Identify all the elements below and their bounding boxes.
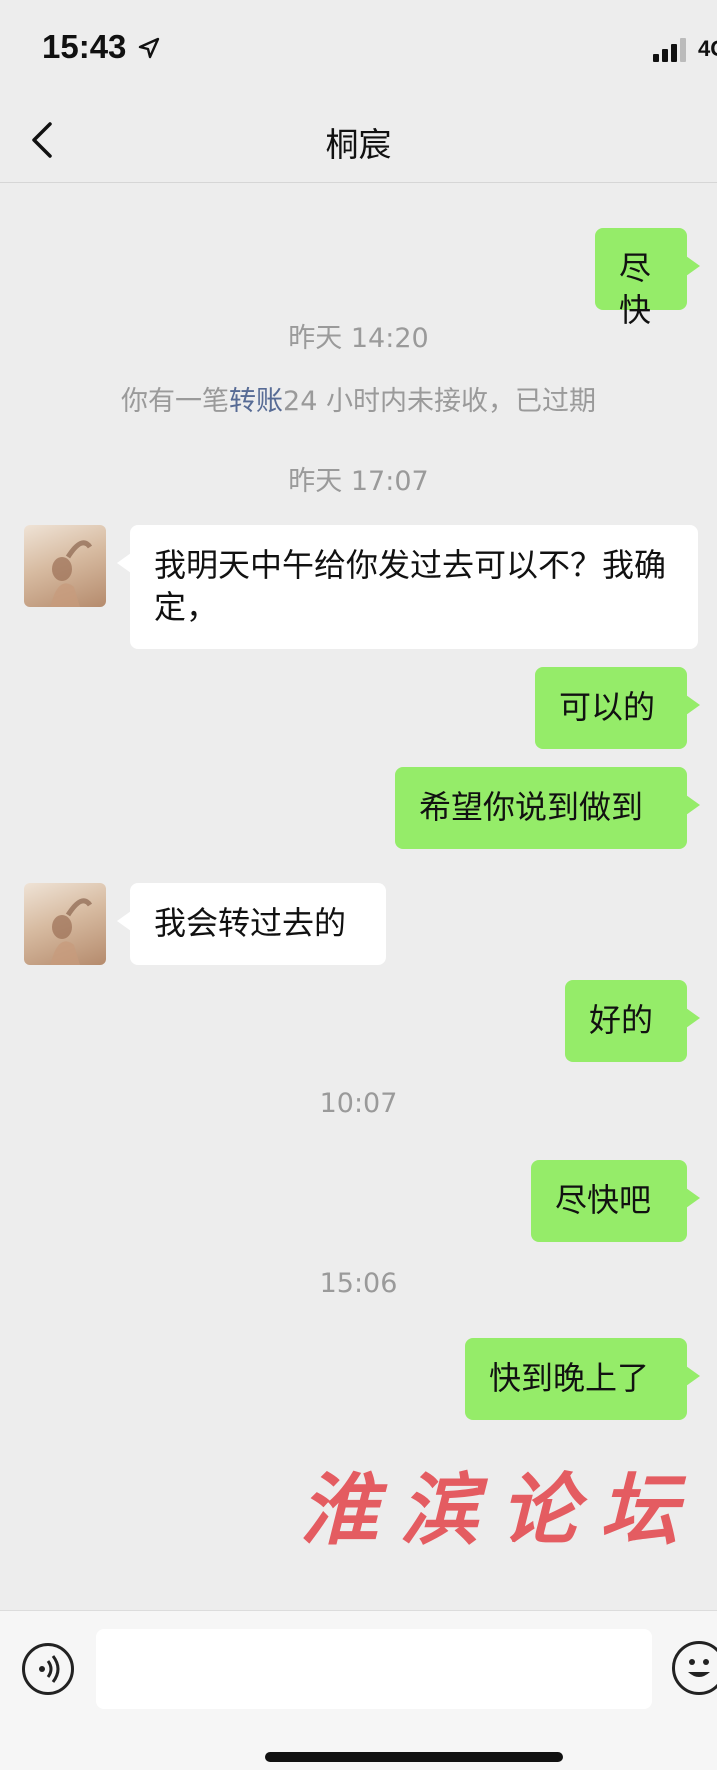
- message-bubble-outgoing[interactable]: 可以的: [535, 667, 700, 749]
- system-notice: 你有一笔转账24 小时内未接收，已过期: [0, 379, 717, 418]
- message-text: 希望你说到做到: [419, 788, 644, 826]
- message-text: 尽快吧: [555, 1181, 652, 1219]
- smiley-face-icon: [688, 1659, 710, 1677]
- message-text: 可以的: [559, 688, 656, 726]
- message-text: 好的: [589, 1001, 654, 1039]
- status-bar: 15:43 4G: [0, 0, 717, 100]
- contact-name: 桐宸: [325, 125, 392, 164]
- message-bubble-outgoing[interactable]: 尽快: [595, 228, 700, 329]
- chat-message-list[interactable]: 尽快 昨天 14:20 你有一笔转账24 小时内未接收，已过期 昨天 17:07…: [0, 183, 717, 1610]
- signal-strength-icon: [653, 38, 686, 62]
- contact-avatar[interactable]: [24, 883, 106, 965]
- transfer-link[interactable]: 转账: [229, 386, 283, 417]
- message-bubble-outgoing[interactable]: 尽快吧: [531, 1160, 700, 1242]
- timestamp: 昨天 14:20: [288, 323, 429, 354]
- avatar-photo-icon: [50, 898, 93, 965]
- timestamp: 10:07: [319, 1088, 398, 1119]
- forum-watermark: 淮滨论坛: [300, 1465, 701, 1556]
- message-bubble-incoming[interactable]: 我会转过去的: [117, 883, 386, 965]
- timestamp: 15:06: [319, 1268, 398, 1299]
- status-time: 15:43: [42, 28, 127, 65]
- sound-wave-icon: [39, 1655, 60, 1683]
- message-bubble-outgoing[interactable]: 好的: [565, 980, 700, 1062]
- location-arrow-icon: [138, 37, 160, 59]
- system-notice-text: 你有一笔: [121, 386, 230, 417]
- network-type: 4G: [698, 36, 717, 61]
- message-text: 我明天中午给你发过去可以不？我确定，: [154, 546, 667, 626]
- message-bubble-outgoing[interactable]: 希望你说到做到: [395, 767, 700, 849]
- voice-input-icon[interactable]: [22, 1643, 74, 1695]
- avatar-photo-icon: [50, 540, 93, 607]
- message-text: 快到晚上了: [489, 1359, 650, 1397]
- message-bubble-incoming[interactable]: 我明天中午给你发过去可以不？我确定，: [117, 525, 698, 649]
- message-text: 我会转过去的: [154, 904, 347, 942]
- message-bubble-outgoing[interactable]: 快到晚上了: [465, 1338, 700, 1420]
- message-text-input[interactable]: [96, 1629, 652, 1709]
- chat-input-bar: [0, 1610, 717, 1770]
- chat-header: 桐宸: [0, 100, 717, 183]
- emoji-icon[interactable]: [672, 1641, 717, 1695]
- home-indicator: [265, 1752, 563, 1762]
- timestamp: 昨天 17:07: [288, 466, 429, 497]
- system-notice-text: 24 小时内未接收，已过期: [283, 386, 596, 417]
- contact-avatar[interactable]: [24, 525, 106, 607]
